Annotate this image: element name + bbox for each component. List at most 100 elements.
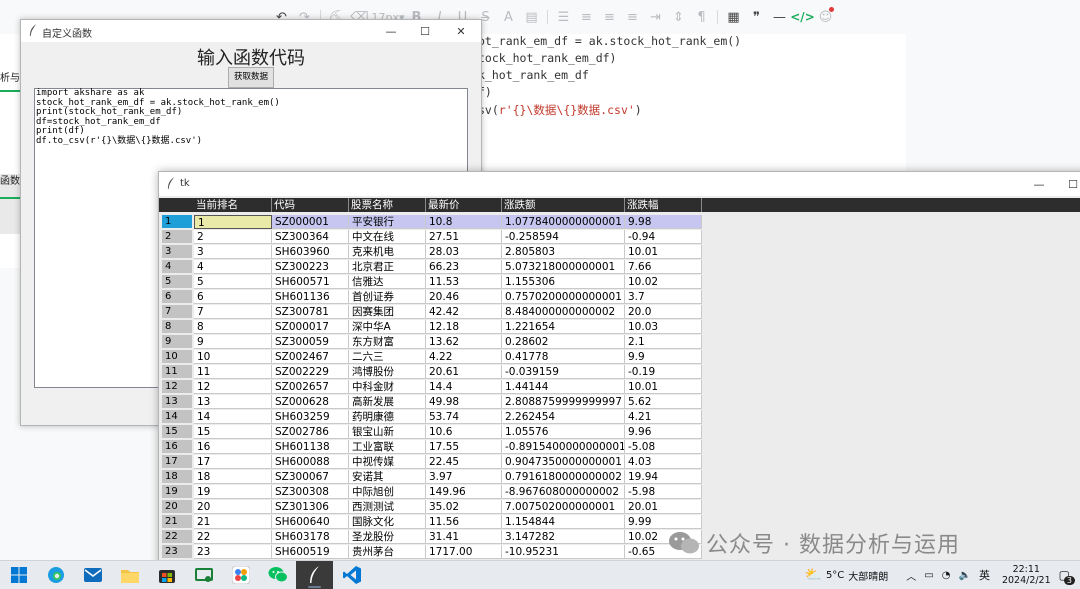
row-index-cell[interactable]: 11 xyxy=(162,365,192,379)
table-cell[interactable]: 35.02 xyxy=(426,500,502,514)
ime-indicator[interactable]: 英 xyxy=(979,567,990,583)
table-cell[interactable]: SH603178 xyxy=(272,530,349,544)
table-cell[interactable]: SH600571 xyxy=(272,275,349,289)
table-cell[interactable]: 1717.00 xyxy=(426,545,502,559)
column-header[interactable]: 股票名称 xyxy=(349,198,426,212)
row-index-cell[interactable]: 17 xyxy=(162,455,192,469)
table-cell[interactable]: 4.03 xyxy=(625,455,702,469)
table-cell[interactable]: 首创证券 xyxy=(349,290,426,304)
list-icon[interactable]: ☰ xyxy=(552,5,575,29)
table-cell[interactable]: 工业富联 xyxy=(349,440,426,454)
store-icon[interactable] xyxy=(148,561,185,589)
table-row[interactable]: 1212SZ002657中科金财14.41.4414410.01 xyxy=(159,380,861,395)
table-cell[interactable]: 6 xyxy=(194,290,272,304)
table-cell[interactable]: SZ000017 xyxy=(272,320,349,334)
table-cell[interactable]: 1.154844 xyxy=(502,515,625,529)
table-row[interactable]: 55SH600571信雅达11.531.15530610.02 xyxy=(159,275,861,290)
table-row[interactable]: 1919SZ300308中际旭创149.96-8.967608000000002… xyxy=(159,485,861,500)
table-cell[interactable]: SZ002786 xyxy=(272,425,349,439)
table-cell[interactable]: SZ300308 xyxy=(272,485,349,499)
mail-icon[interactable] xyxy=(74,561,111,589)
table-cell[interactable]: 2.8088759999999997 xyxy=(502,395,625,409)
table-cell[interactable]: 1.155306 xyxy=(502,275,625,289)
table-cell[interactable]: SZ002467 xyxy=(272,350,349,364)
table-cell[interactable]: 4.22 xyxy=(426,350,502,364)
table-cell[interactable]: SH601138 xyxy=(272,440,349,454)
table-row[interactable]: 1414SH603259药明康德53.742.2624544.21 xyxy=(159,410,861,425)
table-cell[interactable]: 31.41 xyxy=(426,530,502,544)
table-cell[interactable]: SH601136 xyxy=(272,290,349,304)
clock[interactable]: 22:11 2024/2/21 xyxy=(1002,564,1051,586)
table-row[interactable]: 2020SZ301306西测测试35.027.00750200000000120… xyxy=(159,500,861,515)
table-cell[interactable]: SZ002657 xyxy=(272,380,349,394)
table-cell[interactable]: SZ300059 xyxy=(272,335,349,349)
table-row[interactable]: 1313SZ000628高新发展49.982.80887599999999975… xyxy=(159,395,861,410)
table-cell[interactable]: 银宝山新 xyxy=(349,425,426,439)
close-icon[interactable]: ✕ xyxy=(443,22,479,40)
table-cell[interactable]: 鸿博股份 xyxy=(349,365,426,379)
table-cell[interactable]: -5.08 xyxy=(625,440,702,454)
table-cell[interactable]: 10.02 xyxy=(625,275,702,289)
table-cell[interactable]: 0.28602 xyxy=(502,335,625,349)
notification-icon[interactable]: ▢3 xyxy=(1059,568,1070,582)
table-cell[interactable]: 27.51 xyxy=(426,230,502,244)
table-cell[interactable]: 15 xyxy=(194,425,272,439)
screen-app-icon[interactable] xyxy=(185,561,222,589)
table-row[interactable]: 1818SZ300067安诺其3.970.791618000000000219.… xyxy=(159,470,861,485)
table-cell[interactable]: 0.9047350000000001 xyxy=(502,455,625,469)
row-index-cell[interactable]: 13 xyxy=(162,395,192,409)
row-index-cell[interactable]: 21 xyxy=(162,515,192,529)
table-row[interactable]: 1111SZ002229鸿博股份20.61-0.039159-0.19 xyxy=(159,365,861,380)
table-cell[interactable]: SZ000001 xyxy=(272,215,349,229)
row-index-cell[interactable]: 4 xyxy=(162,260,192,274)
table-cell[interactable]: 9.9 xyxy=(625,350,702,364)
column-header[interactable]: 最新价 xyxy=(426,198,502,212)
table-cell[interactable]: 1.44144 xyxy=(502,380,625,394)
row-index-cell[interactable]: 22 xyxy=(162,530,192,544)
table-cell[interactable]: SZ002229 xyxy=(272,365,349,379)
table-cell[interactable]: -10.95231 xyxy=(502,545,625,559)
minimize-icon[interactable]: — xyxy=(373,22,409,40)
wechat-icon[interactable] xyxy=(259,561,296,589)
table-cell[interactable]: 深中华A xyxy=(349,320,426,334)
table-cell[interactable]: 克来机电 xyxy=(349,245,426,259)
table-row[interactable]: 44SZ300223北京君正66.235.0732180000000017.66 xyxy=(159,260,861,275)
table-row[interactable]: 22SZ300364中文在线27.51-0.258594-0.94 xyxy=(159,230,861,245)
table-cell[interactable]: 17.55 xyxy=(426,440,502,454)
row-index-cell[interactable]: 1 xyxy=(162,215,192,229)
divider-icon[interactable]: — xyxy=(768,5,791,29)
table-cell[interactable]: 1 xyxy=(194,215,272,229)
chevron-up-icon[interactable]: ︿ xyxy=(906,568,916,583)
row-index-cell[interactable]: 3 xyxy=(162,245,192,259)
table-cell[interactable]: SZ300364 xyxy=(272,230,349,244)
table-row[interactable]: 99SZ300059东方财富13.620.286022.1 xyxy=(159,335,861,350)
table-cell[interactable]: 西测测试 xyxy=(349,500,426,514)
table-cell[interactable]: 10.01 xyxy=(625,380,702,394)
table-cell[interactable]: 19 xyxy=(194,485,272,499)
table-cell[interactable]: 3.7 xyxy=(625,290,702,304)
table-cell[interactable]: 22 xyxy=(194,530,272,544)
table-cell[interactable]: 5.073218000000001 xyxy=(502,260,625,274)
table-cell[interactable]: 19.94 xyxy=(625,470,702,484)
table-cell[interactable]: 9.96 xyxy=(625,425,702,439)
weather-widget[interactable]: ⛅ 5°C 大部晴朗 xyxy=(805,567,889,583)
window-titlebar[interactable]: 自定义函数 — ☐ ✕ xyxy=(21,20,481,42)
table-cell[interactable]: 10.01 xyxy=(625,245,702,259)
row-index-cell[interactable]: 15 xyxy=(162,425,192,439)
row-index-cell[interactable]: 6 xyxy=(162,290,192,304)
table-cell[interactable]: 23 xyxy=(194,545,272,559)
left-tab-1[interactable]: 析与 xyxy=(0,69,22,84)
table-cell[interactable]: 10.03 xyxy=(625,320,702,334)
table-cell[interactable]: 11 xyxy=(194,365,272,379)
table-cell[interactable]: 11.53 xyxy=(426,275,502,289)
table-cell[interactable]: 国脉文化 xyxy=(349,515,426,529)
table-cell[interactable]: 4 xyxy=(194,260,272,274)
table-cell[interactable]: SH600519 xyxy=(272,545,349,559)
table-row[interactable]: 11SZ000001平安银行10.81.07784000000000019.98 xyxy=(159,215,861,230)
column-header[interactable]: 涨跌幅 xyxy=(625,198,702,212)
table-cell[interactable]: 20.01 xyxy=(625,500,702,514)
row-index-cell[interactable]: 9 xyxy=(162,335,192,349)
table-cell[interactable]: 1.221654 xyxy=(502,320,625,334)
align-center-icon[interactable]: ≡ xyxy=(598,5,621,29)
python-idle-icon[interactable] xyxy=(296,561,333,589)
